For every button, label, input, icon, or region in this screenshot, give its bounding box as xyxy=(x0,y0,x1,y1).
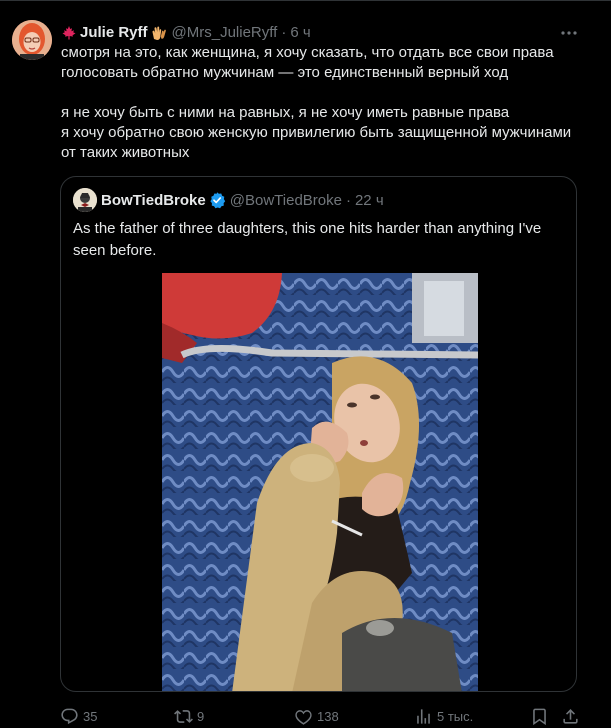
verified-badge-icon xyxy=(210,192,225,209)
tweet-text-line: я не хочу быть с ними на равных, я не хо… xyxy=(61,104,510,121)
tweet-text-line: смотря на это, как женщина, я хочу сказа… xyxy=(61,44,554,61)
tweet-timestamp[interactable]: 6 ч xyxy=(290,23,310,43)
views-chart-icon xyxy=(417,708,430,724)
retweet-count: 9 xyxy=(197,708,205,724)
more-dots-icon xyxy=(561,31,577,35)
author-display-name[interactable]: Julie Ryff xyxy=(80,23,148,43)
quoted-tweet-card[interactable]: BowTiedBroke @BowTiedBroke · 22 ч As the… xyxy=(60,176,577,692)
tweet-body: смотря на это, как женщина, я хочу сказа… xyxy=(61,43,606,163)
maple-leaf-icon xyxy=(61,25,77,41)
share-button[interactable] xyxy=(561,704,580,728)
quoted-tweet-timestamp[interactable]: 22 ч xyxy=(355,192,384,209)
heart-icon xyxy=(295,709,312,725)
views-count: 5 тыс. xyxy=(437,708,474,724)
tweet-text-line: я хочу обратно свою женскую привилегию б… xyxy=(61,124,572,141)
author-handle[interactable]: @Mrs_JulieRyff xyxy=(172,23,278,43)
reply-button[interactable]: 35 xyxy=(60,704,97,728)
reply-count: 35 xyxy=(83,708,98,724)
quoted-author-avatar xyxy=(73,188,97,212)
reply-icon xyxy=(61,708,78,724)
clapping-hands-icon xyxy=(150,24,168,42)
quoted-author-display-name[interactable]: BowTiedBroke xyxy=(101,192,206,209)
retweet-button[interactable]: 9 xyxy=(174,704,204,728)
tweet-actions: 35 9 138 5 тыс. xyxy=(0,704,611,728)
like-count: 138 xyxy=(317,708,339,724)
tweet-header: Julie Ryff @Mrs_JulieRyff · 6 ч xyxy=(61,23,311,43)
quoted-tweet-header: BowTiedBroke @BowTiedBroke · 22 ч xyxy=(73,188,384,212)
top-divider xyxy=(0,0,611,1)
quoted-header-separator: · xyxy=(345,191,351,209)
like-button[interactable]: 138 xyxy=(294,704,339,728)
bookmark-icon xyxy=(533,708,546,725)
tweet-text-line: голосовать обратно мужчинам — это единст… xyxy=(61,64,509,81)
tweet-text-line: от таких животных xyxy=(61,144,190,161)
quoted-author-handle[interactable]: @BowTiedBroke xyxy=(230,192,342,209)
views-button[interactable]: 5 тыс. xyxy=(414,704,473,728)
quoted-tweet-video[interactable] xyxy=(162,273,478,691)
retweet-icon xyxy=(174,709,193,723)
bookmark-button[interactable] xyxy=(530,704,549,728)
share-icon xyxy=(563,708,578,724)
quoted-tweet-text: As the father of three daughters, this o… xyxy=(73,220,542,259)
author-avatar[interactable] xyxy=(12,20,52,60)
header-separator: · xyxy=(281,24,287,41)
more-options-button[interactable] xyxy=(558,22,580,44)
